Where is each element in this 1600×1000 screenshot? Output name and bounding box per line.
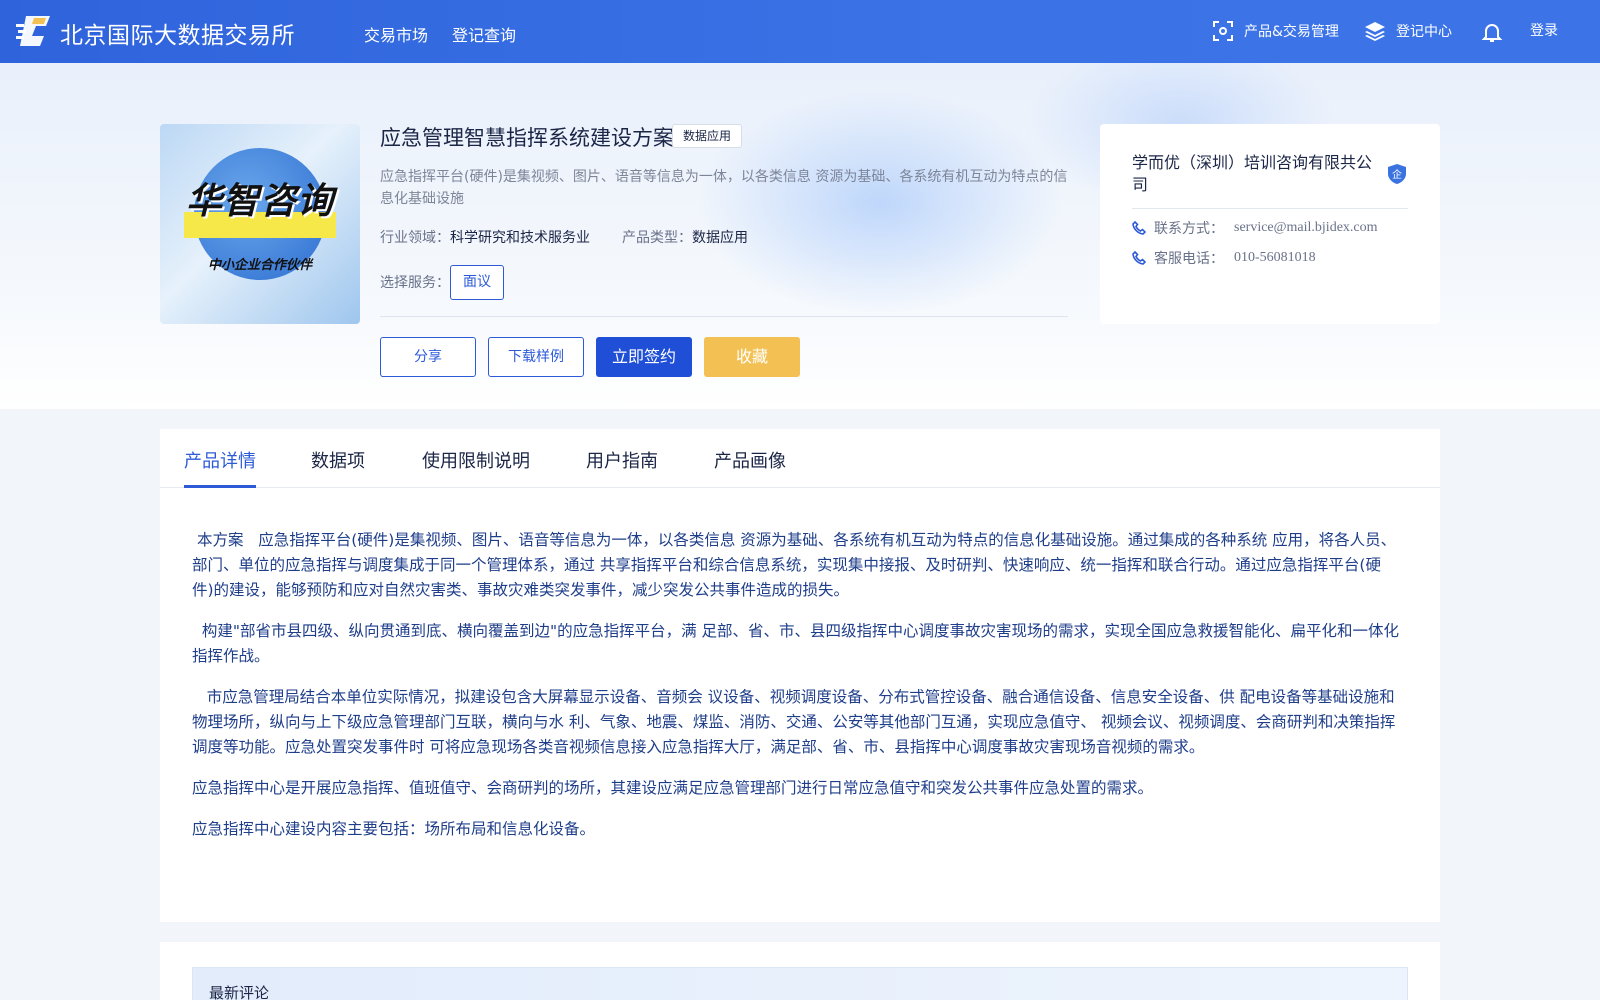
seller-name[interactable]: 学而优（深圳）培训咨询有限共公司	[1132, 152, 1382, 196]
enterprise-badge-text: 企	[1392, 168, 1402, 181]
comments-title: 最新评论	[209, 984, 270, 1000]
site-name[interactable]: 北京国际大数据交易所	[60, 16, 295, 50]
detail-paragraph: 本方案 应急指挥平台(硬件)是集视频、图片、语音等信息为一体，以各类信息 资源为…	[192, 531, 1397, 599]
industry-value: 科学研究和技术服务业	[450, 230, 590, 246]
logo-icon[interactable]	[16, 14, 52, 48]
phone-number[interactable]: 010-56081018	[1234, 250, 1316, 266]
layers-icon	[1365, 22, 1385, 41]
product-trade-management-label: 产品&交易管理	[1244, 24, 1339, 40]
login-link[interactable]: 登录	[1530, 20, 1558, 40]
industry-label: 行业领域：	[380, 230, 450, 246]
cover-subtitle: 中小企业合作伙伴	[207, 258, 312, 273]
cover-title: 华智咨询	[185, 181, 334, 222]
product-cover-image: 华智咨询 中小企业合作伙伴	[160, 124, 360, 324]
active-tab-indicator	[184, 485, 256, 488]
scan-icon	[1213, 21, 1233, 41]
product-type-meta: 产品类型：数据应用	[622, 227, 748, 247]
contact-email-row: 联系方式： service@mail.bjidex.com	[1132, 218, 1378, 238]
service-option-negotiable[interactable]: 面议	[450, 265, 504, 300]
seller-card: 学而优（深圳）培训咨询有限共公司 企 联系方式： service@mail.bj…	[1100, 124, 1440, 324]
product-type-tag: 数据应用	[672, 124, 743, 148]
tab-data-items[interactable]: 数据项	[311, 447, 365, 473]
detail-paragraph: 构建"部省市县四级、纵向贯通到底、横向覆盖到边"的应急指挥平台，满 足部、省、市…	[192, 622, 1400, 665]
comments-header: 最新评论	[192, 967, 1408, 1000]
register-center-link[interactable]: 登记中心	[1364, 20, 1452, 42]
hero-divider	[380, 316, 1068, 317]
tab-usage-restrictions[interactable]: 使用限制说明	[422, 447, 530, 473]
product-detail-card: 产品详情 数据项 使用限制说明 用户指南 产品画像 本方案 应急指挥平台(硬件)…	[160, 429, 1440, 922]
detail-paragraph: 应急指挥中心建设内容主要包括：场所布局和信息化设备。	[192, 820, 596, 838]
product-title: 应急管理智慧指挥系统建设方案	[380, 126, 674, 150]
contact-label: 联系方式：	[1154, 221, 1224, 237]
contact-email[interactable]: service@mail.bjidex.com	[1234, 220, 1378, 236]
download-sample-button[interactable]: 下载样例	[488, 337, 584, 377]
tab-user-guide[interactable]: 用户指南	[586, 447, 658, 473]
detail-paragraph: 应急指挥中心是开展应急指挥、值班值守、会商研判的场所，其建设应满足应急管理部门进…	[192, 779, 1154, 797]
detail-tabs: 产品详情 数据项 使用限制说明 用户指南 产品画像	[160, 429, 1440, 488]
product-type-label: 产品类型：	[622, 230, 692, 246]
sign-now-button[interactable]: 立即签约	[596, 337, 692, 377]
comments-section: 最新评论	[160, 942, 1440, 1000]
phone-icon	[1132, 251, 1146, 265]
product-description: 应急指挥平台(硬件)是集视频、图片、语音等信息为一体，以各类信息 资源为基础、各…	[380, 169, 1068, 207]
phone-icon	[1132, 221, 1146, 235]
nav-registration-query[interactable]: 登记查询	[452, 22, 516, 46]
enterprise-badge-icon: 企	[1388, 164, 1406, 184]
nav-trade-market[interactable]: 交易市场	[364, 22, 428, 46]
favorite-button[interactable]: 收藏	[704, 337, 800, 377]
tab-product-details[interactable]: 产品详情	[184, 447, 256, 473]
detail-paragraph: 市应急管理局结合本单位实际情况，拟建设包含大屏幕显示设备、音频会 议设备、视频调…	[192, 688, 1396, 756]
top-navbar: 北京国际大数据交易所 交易市场 登记查询 产品&交易管理 登记中心 登录	[0, 0, 1600, 63]
tab-product-portrait[interactable]: 产品画像	[714, 447, 786, 473]
register-center-label: 登记中心	[1396, 24, 1452, 40]
bell-icon[interactable]	[1480, 20, 1504, 44]
product-type-value: 数据应用	[692, 230, 748, 246]
product-trade-management-link[interactable]: 产品&交易管理	[1212, 20, 1339, 42]
share-button[interactable]: 分享	[380, 337, 476, 377]
contact-phone-row: 客服电话： 010-56081018	[1132, 248, 1316, 268]
service-label: 选择服务：	[380, 275, 450, 291]
industry-meta: 行业领域：科学研究和技术服务业	[380, 227, 590, 247]
seller-divider	[1132, 208, 1408, 209]
phone-label: 客服电话：	[1154, 251, 1224, 267]
